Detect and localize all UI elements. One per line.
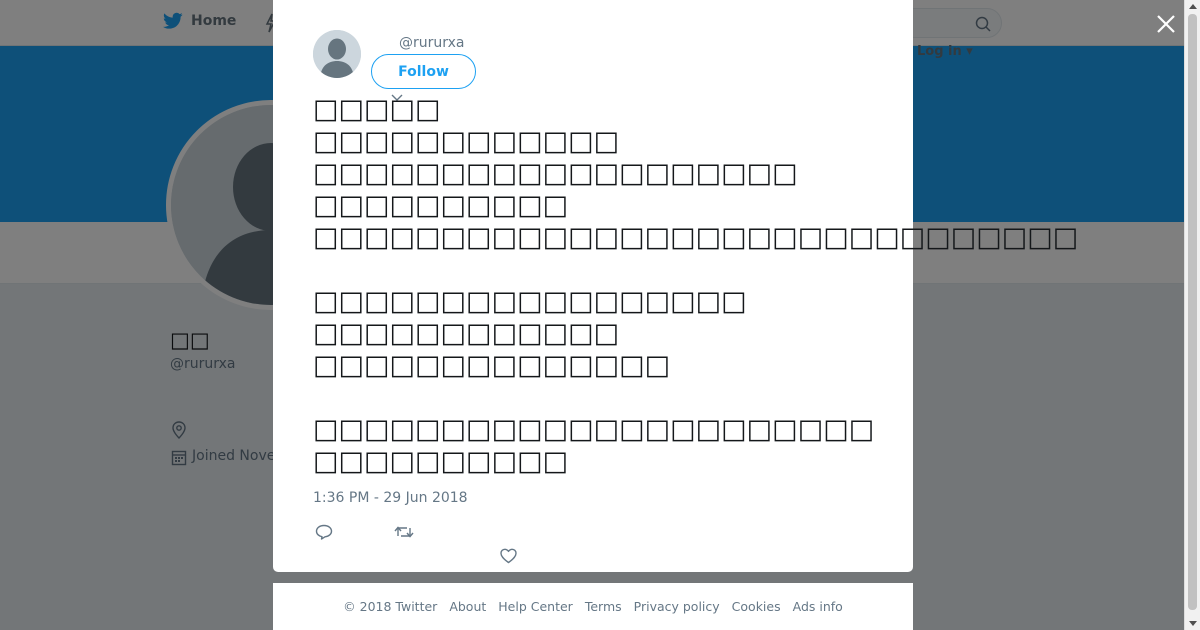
close-icon[interactable] bbox=[1155, 13, 1177, 35]
scrollbar-thumb[interactable] bbox=[1188, 14, 1197, 610]
footer-link-about[interactable]: About bbox=[449, 599, 486, 614]
tweet-text-line: □□□□□□□□□□□□□□ bbox=[313, 350, 671, 381]
footer-link-cookies[interactable]: Cookies bbox=[732, 599, 781, 614]
scroll-up-arrow-icon[interactable] bbox=[1189, 4, 1197, 9]
footer-link-privacy-policy[interactable]: Privacy policy bbox=[634, 599, 720, 614]
scroll-down-arrow-icon[interactable] bbox=[1189, 621, 1197, 626]
tweet-timestamp[interactable]: 1:36 PM - 29 Jun 2018 bbox=[313, 490, 468, 506]
tweet-author-avatar[interactable] bbox=[313, 30, 361, 78]
default-avatar-icon bbox=[313, 30, 361, 78]
page-scrollbar[interactable] bbox=[1184, 0, 1200, 630]
tweet-text-line: □□□□□□□□□□□□□□□□□□□ bbox=[313, 158, 798, 189]
tweet-text-line: □□□□□□□□□□□□□□□□□□□□□□ bbox=[313, 414, 875, 445]
tweet-text-line: □□□□□□□□□□ bbox=[313, 190, 569, 221]
footer-copyright: © 2018 Twitter bbox=[343, 599, 438, 614]
tweet-author-handle[interactable]: @rururxa bbox=[399, 35, 465, 51]
tweet-text-line bbox=[313, 254, 883, 286]
tweet-modal: @rururxa Follow □□□□□ □□□□□□□□□□□□ □□□□□… bbox=[273, 0, 1079, 572]
tweet-text-line: □□□□□□□□□□ bbox=[313, 446, 569, 477]
tweet-text-line: □□□□□□□□□□□□□□□□□□□□□□□□□□□□□□ bbox=[313, 222, 1079, 253]
tweet-text-line: □□□□□□□□□□□□ bbox=[313, 318, 620, 349]
tweet-text: □□□□□ □□□□□□□□□□□□ □□□□□□□□□□□□□□□□□□□ □… bbox=[313, 94, 1079, 478]
retweet-icon[interactable] bbox=[394, 524, 414, 540]
modal-footer: © 2018 Twitter About Help Center Terms P… bbox=[273, 583, 913, 630]
heart-icon[interactable] bbox=[500, 548, 517, 564]
tweet-text-line: □□□□□□□□□□□□ bbox=[313, 126, 620, 157]
footer-link-ads-info[interactable]: Ads info bbox=[793, 599, 843, 614]
tweet-text-line: □□□□□□□□□□□□□□□□□ bbox=[313, 286, 747, 317]
footer-link-terms[interactable]: Terms bbox=[585, 599, 622, 614]
follow-button[interactable]: Follow bbox=[371, 54, 476, 89]
tweet-text-line: □□□□□ bbox=[313, 94, 441, 125]
tweet-text-line bbox=[313, 382, 883, 414]
footer-link-help-center[interactable]: Help Center bbox=[498, 599, 573, 614]
reply-icon[interactable] bbox=[315, 524, 333, 540]
